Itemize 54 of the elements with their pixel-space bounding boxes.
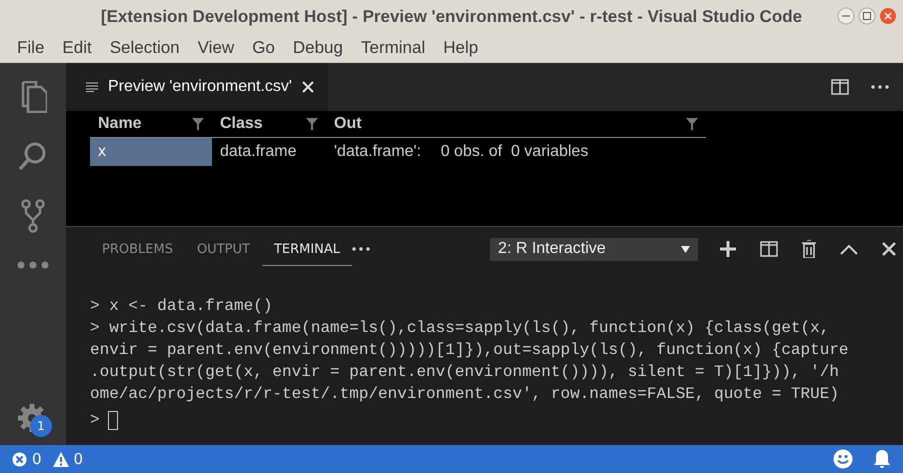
- terminal-line: envir = parent.env(environment()))))[1]}),out=sapply(ls(), function(x) {capture: [90, 340, 850, 361]
- menu-item[interactable]: Edit: [53, 38, 101, 58]
- window-title: [Extension Development Host] - Preview 'environment.csv' - r-test - Visual Studio Code: [100, 6, 802, 26]
- table-cell: 'data.frame': 0 obs. of 0 variables: [326, 138, 706, 166]
- panel-tab[interactable]: PROBLEMS: [90, 232, 185, 266]
- menu-item[interactable]: Go: [243, 38, 284, 58]
- terminal-line: .output(str(get(x, envir = parent.env(environment()))), silent = T)[1]})), '/h: [90, 362, 840, 383]
- table-cell: x: [90, 138, 212, 166]
- warning-icon[interactable]: [52, 452, 69, 466]
- menu-item[interactable]: Terminal: [352, 38, 434, 58]
- terminal-line: ome/ac/projects/r/r-test/.tmp/environment.csv', row.names=FALSE, quote = TRUE): [90, 384, 840, 405]
- smiley-icon[interactable]: [833, 449, 853, 469]
- menu-item[interactable]: Selection: [100, 38, 189, 58]
- close-icon[interactable]: [882, 242, 896, 256]
- table-cell: data.frame: [212, 138, 326, 166]
- close-button[interactable]: [879, 7, 897, 25]
- more-icon[interactable]: [871, 85, 889, 89]
- maximize-button[interactable]: [858, 7, 876, 25]
- menu-item[interactable]: Debug: [284, 38, 352, 58]
- close-icon[interactable]: [302, 81, 314, 93]
- terminal-select[interactable]: 2: R Interactive: [490, 238, 698, 260]
- search-icon[interactable]: [18, 141, 48, 171]
- add-icon[interactable]: [720, 241, 736, 257]
- terminal-prompt: >: [90, 410, 100, 431]
- split-editor-icon[interactable]: [831, 79, 849, 95]
- terminal-line: > x <- data.frame(): [90, 296, 274, 317]
- minimize-button[interactable]: [837, 7, 855, 25]
- menu-item[interactable]: Help: [434, 38, 488, 58]
- bell-icon[interactable]: [873, 449, 891, 469]
- lines-icon: [86, 82, 98, 92]
- filter-icon[interactable]: [306, 118, 318, 130]
- column-header[interactable]: Name: [98, 115, 142, 133]
- error-icon[interactable]: [12, 452, 27, 466]
- terminal-cursor: [108, 410, 118, 430]
- dropdown-caret-icon: [681, 246, 690, 252]
- more-icon[interactable]: [352, 247, 370, 251]
- error-count[interactable]: 0: [32, 450, 42, 468]
- column-header[interactable]: Class: [220, 115, 263, 133]
- terminal-line: > write.csv(data.frame(name=ls(),class=sapply(ls(), function(x) {class(get(x,: [90, 318, 830, 339]
- panel-tab[interactable]: TERMINAL: [262, 232, 352, 266]
- filter-icon[interactable]: [686, 118, 698, 130]
- source-control-icon[interactable]: [20, 199, 46, 233]
- menu-item[interactable]: File: [8, 38, 54, 58]
- chevron-up-icon[interactable]: [840, 244, 858, 254]
- filter-icon[interactable]: [192, 118, 204, 130]
- panel-tab[interactable]: OUTPUT: [184, 232, 262, 266]
- column-header[interactable]: Out: [334, 115, 362, 133]
- warning-count[interactable]: 0: [74, 450, 84, 468]
- split-panel-icon[interactable]: [760, 241, 778, 257]
- notification-badge: 1: [30, 415, 52, 437]
- trash-icon[interactable]: [802, 240, 816, 258]
- files-icon[interactable]: [19, 81, 47, 113]
- editor-tab[interactable]: Preview 'environment.csv': [66, 63, 328, 111]
- menu-item[interactable]: View: [188, 38, 244, 58]
